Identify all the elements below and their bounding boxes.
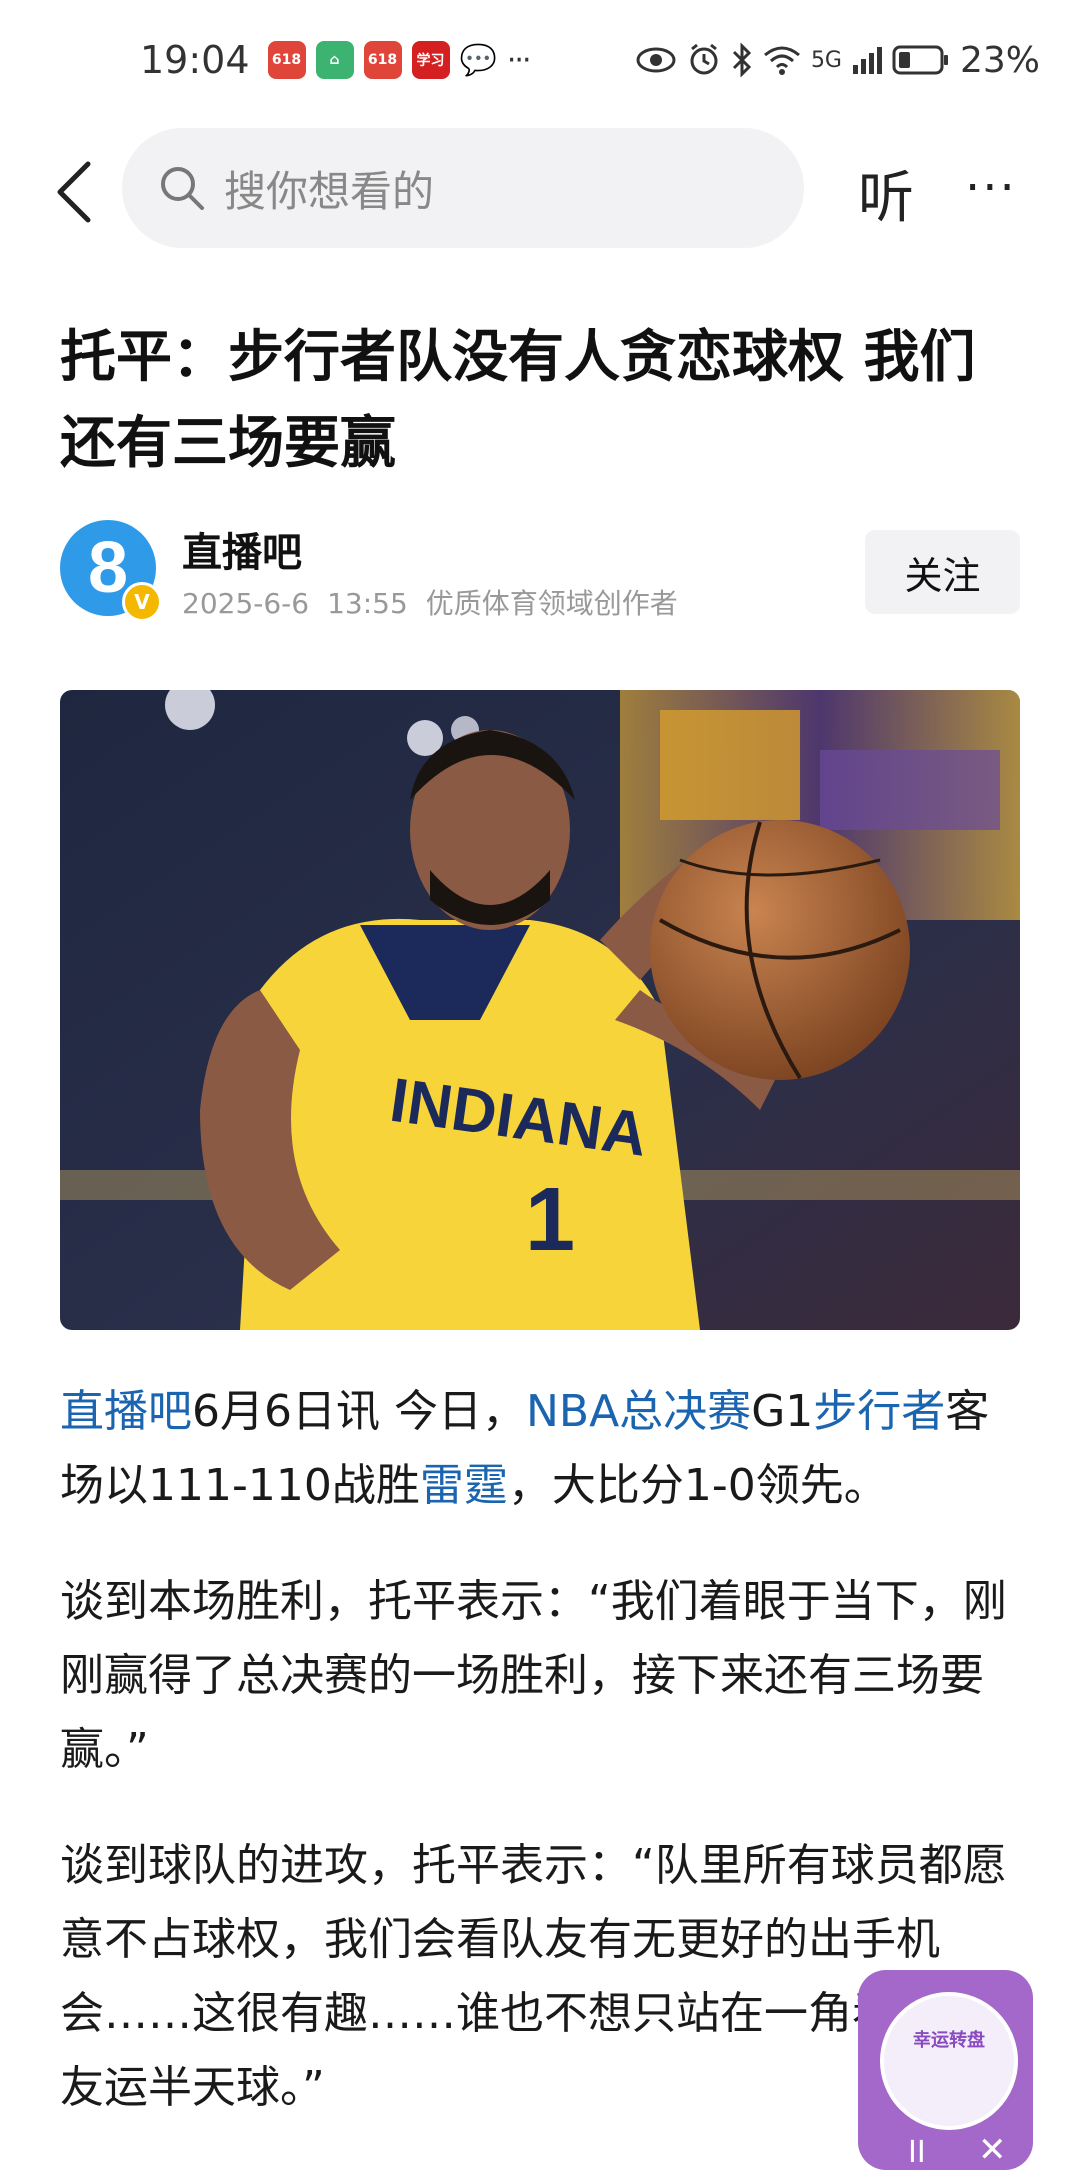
status-time: 19:04	[140, 38, 250, 82]
status-left: 19:04 618 ⌂ 618 学习 💬 ···	[140, 38, 532, 82]
floating-promo-widget[interactable]: 幸运转盘 II ✕	[858, 1970, 1033, 2170]
follow-button[interactable]: 关注	[865, 530, 1020, 614]
back-arrow-icon	[57, 161, 91, 223]
app-badge-icon: 618	[363, 41, 402, 79]
search-placeholder: 搜你想看的	[224, 166, 435, 216]
article-hero-image[interactable]: INDIANA 1	[60, 690, 1020, 1330]
source-link[interactable]: 直播吧	[60, 1386, 192, 1437]
search-input[interactable]: 搜你想看的	[122, 128, 804, 248]
author-description: 优质体育领域创作者	[425, 587, 678, 620]
author-avatar[interactable]: 8 V	[60, 520, 162, 622]
signal-icon	[852, 45, 882, 75]
search-icon	[161, 167, 204, 210]
status-bar: 19:04 618 ⌂ 618 学习 💬 ··· 5G 23%	[0, 0, 1080, 120]
status-right: 5G 23%	[635, 40, 1040, 81]
more-notifications-icon: ···	[506, 42, 532, 78]
back-button[interactable]	[50, 160, 110, 223]
promo-badge-icon: 幸运转盘	[880, 1992, 1018, 2130]
study-app-icon: 学习	[411, 41, 450, 79]
series-text: ，大比分1-0领先。	[507, 1460, 888, 1511]
author-name[interactable]: 直播吧	[182, 520, 302, 578]
wifi-icon	[763, 45, 801, 75]
event-link[interactable]: NBA总决赛	[526, 1386, 751, 1437]
paragraph-1: 直播吧6月6日讯 今日，NBA总决赛G1步行者客场以111-110战胜雷霆，大比…	[60, 1375, 1020, 1523]
pause-icon[interactable]: II	[908, 2135, 926, 2170]
more-options-button[interactable]: ···	[965, 160, 1017, 216]
network-type: 5G	[810, 47, 842, 73]
publish-date: 2025-6-6	[182, 587, 310, 620]
jersey-number: 1	[525, 1170, 575, 1270]
battery-percent: 23%	[959, 39, 1040, 81]
team-link-pacers[interactable]: 步行者	[813, 1386, 945, 1437]
home-app-icon: ⌂	[315, 41, 354, 79]
publish-time: 13:55	[327, 587, 408, 620]
bluetooth-icon	[731, 43, 753, 77]
basketball-player-photo: INDIANA 1	[60, 690, 1020, 1330]
promo-label: 幸运转盘	[913, 2030, 985, 2051]
verified-badge-icon: V	[122, 582, 162, 622]
author-row: 8 V 直播吧 2025-6-6 13:55 优质体育领域创作者 关注	[60, 520, 1020, 630]
paragraph-2: 谈到本场胜利，托平表示：“我们着眼于当下，刚刚赢得了总决赛的一场胜利，接下来还有…	[60, 1576, 1007, 1775]
team-link-thunder[interactable]: 雷霆	[420, 1460, 508, 1511]
top-nav: 搜你想看的 听 ···	[0, 125, 1080, 255]
message-icon: 💬	[459, 42, 497, 78]
game-text: G1	[751, 1386, 814, 1437]
author-meta: 2025-6-6 13:55 优质体育领域创作者	[182, 582, 696, 622]
listen-button[interactable]: 听	[858, 153, 914, 234]
alarm-icon	[687, 43, 721, 77]
eye-icon	[635, 45, 677, 75]
article-title: 托平：步行者队没有人贪恋球权 我们还有三场要赢	[60, 325, 976, 476]
close-icon[interactable]: ✕	[978, 2130, 1007, 2170]
dateline-text: 6月6日讯 今日，	[192, 1386, 526, 1437]
battery-icon	[892, 44, 950, 76]
app-badge-icon: 618	[267, 41, 306, 79]
